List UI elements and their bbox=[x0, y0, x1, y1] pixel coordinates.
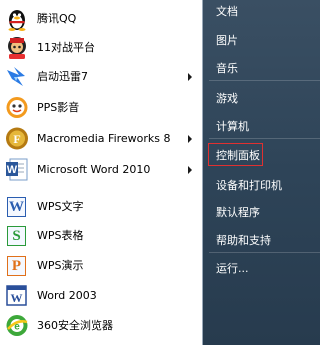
program-label: WPS演示 bbox=[37, 259, 84, 272]
place-label: 文档 bbox=[216, 5, 238, 18]
word-2003-icon: W bbox=[4, 283, 30, 308]
place-computer[interactable]: 计算机 bbox=[209, 112, 320, 141]
place-games[interactable]: 游戏 bbox=[209, 84, 320, 113]
place-help-support[interactable]: 帮助和支持 bbox=[209, 226, 320, 255]
program-label: Microsoft Word 2010 bbox=[37, 163, 151, 176]
program-label: WPS表格 bbox=[37, 229, 84, 242]
place-label: 默认程序 bbox=[216, 206, 260, 219]
wps-presentation-icon: P bbox=[4, 253, 30, 278]
program-label: 腾讯QQ bbox=[37, 12, 77, 25]
fireworks-icon: F bbox=[4, 126, 30, 151]
word-2010-icon: W bbox=[4, 157, 30, 182]
place-label: 图片 bbox=[216, 34, 238, 47]
svg-text:W: W bbox=[11, 291, 23, 305]
place-music[interactable]: 音乐 bbox=[209, 54, 320, 83]
11-platform-icon bbox=[4, 35, 30, 60]
start-menu: 腾讯QQ 11对战平台 启动迅雷7 PPS影音 F Macromedia Fir… bbox=[0, 0, 320, 345]
place-label: 帮助和支持 bbox=[216, 234, 271, 247]
program-pps[interactable]: PPS影音 bbox=[0, 93, 203, 122]
place-label: 运行... bbox=[216, 262, 249, 275]
separator bbox=[209, 138, 320, 139]
wps-spreadsheet-icon: S bbox=[4, 223, 30, 248]
svg-text:F: F bbox=[13, 132, 20, 146]
control-panel-highlight-box bbox=[208, 143, 263, 166]
thunder-bird-icon bbox=[4, 64, 30, 89]
submenu-arrow-icon bbox=[188, 135, 192, 143]
program-wps-writer[interactable]: W WPS文字 bbox=[0, 192, 203, 221]
program-word-2010[interactable]: W Microsoft Word 2010 bbox=[0, 155, 203, 184]
program-label: 启动迅雷7 bbox=[37, 70, 88, 83]
separator bbox=[209, 80, 320, 81]
program-thunder[interactable]: 启动迅雷7 bbox=[0, 62, 203, 91]
pps-player-icon bbox=[4, 95, 30, 120]
place-devices-printers[interactable]: 设备和打印机 bbox=[209, 171, 320, 200]
program-label: 360安全浏览器 bbox=[37, 319, 113, 332]
program-label: 11对战平台 bbox=[37, 41, 95, 54]
program-fireworks[interactable]: F Macromedia Fireworks 8 bbox=[0, 124, 203, 153]
program-360-browser[interactable]: e 360安全浏览器 bbox=[0, 311, 203, 340]
qq-penguin-icon bbox=[4, 6, 30, 31]
program-wps-spreadsheet[interactable]: S WPS表格 bbox=[0, 221, 203, 250]
submenu-arrow-icon bbox=[188, 166, 192, 174]
wps-writer-icon: W bbox=[7, 197, 26, 217]
program-label: WPS文字 bbox=[37, 200, 84, 213]
place-label: 计算机 bbox=[216, 120, 249, 133]
program-label: Macromedia Fireworks 8 bbox=[37, 132, 171, 145]
place-label: 音乐 bbox=[216, 62, 238, 75]
place-label: 游戏 bbox=[216, 92, 238, 105]
program-wps-presentation[interactable]: P WPS演示 bbox=[0, 251, 203, 280]
program-11-platform[interactable]: 11对战平台 bbox=[0, 33, 203, 62]
360-browser-icon: e bbox=[4, 313, 30, 338]
place-default-programs[interactable]: 默认程序 bbox=[209, 198, 320, 227]
program-label: PPS影音 bbox=[37, 101, 80, 114]
place-documents[interactable]: 文档 bbox=[209, 0, 320, 26]
place-pictures[interactable]: 图片 bbox=[209, 26, 320, 55]
program-qq[interactable]: 腾讯QQ bbox=[0, 4, 203, 33]
svg-text:e: e bbox=[14, 322, 20, 333]
program-label: Word 2003 bbox=[37, 289, 97, 302]
place-label: 设备和打印机 bbox=[216, 179, 282, 192]
pinned-programs-list: 腾讯QQ 11对战平台 启动迅雷7 PPS影音 F Macromedia Fir… bbox=[0, 0, 203, 345]
svg-text:W: W bbox=[7, 164, 18, 176]
separator bbox=[209, 252, 320, 253]
program-word-2003[interactable]: W Word 2003 bbox=[0, 281, 203, 310]
submenu-arrow-icon bbox=[188, 73, 192, 81]
place-run[interactable]: 运行... bbox=[209, 254, 320, 283]
